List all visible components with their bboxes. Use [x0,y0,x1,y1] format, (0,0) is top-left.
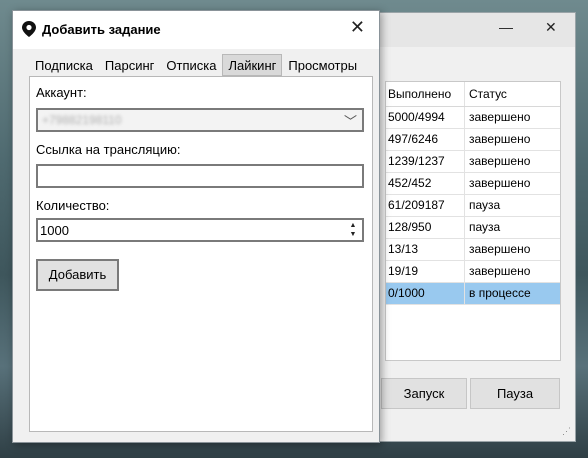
link-input[interactable] [36,164,364,188]
cell-done: 5000/4994 [386,107,465,128]
table-row[interactable]: 1239/1237 завершено [386,151,560,173]
spin-arrows-icon[interactable]: ▲ ▼ [348,221,358,239]
column-header-done[interactable]: Выполнено [386,82,465,106]
cell-done: 1239/1237 [386,151,465,172]
quantity-label: Количество: [36,198,110,213]
resize-grip-icon[interactable]: ⋰ [562,426,571,437]
cell-done: 13/13 [386,239,465,260]
account-value: +79882198110 [42,113,122,127]
cell-status: в процессе [469,286,531,300]
tab-4[interactable]: Просмотры [282,54,363,76]
quantity-stepper[interactable]: 1000 ▲ ▼ [36,218,364,242]
add-button[interactable]: Добавить [36,259,119,291]
table-row[interactable]: 19/19 завершено [386,261,560,283]
pause-button[interactable]: Пауза [470,378,560,409]
table-row[interactable]: 61/209187 пауза [386,195,560,217]
tab-strip: Подписка Парсинг Отписка Лайкинг Просмотры [29,54,363,76]
main-window-titlebar: — ✕ [371,13,575,47]
account-label: Аккаунт: [36,85,87,100]
chevron-down-icon[interactable]: ﹀ [344,111,357,130]
tasks-table[interactable]: Выполнено Статус 5000/4994 завершено 497/6… [385,81,561,361]
cell-done: 452/452 [386,173,465,194]
dialog-titlebar: Добавить задание ✕ [13,11,379,49]
table-header: Выполнено Статус [386,82,560,107]
table-row[interactable]: 0/1000 в процессе [386,283,560,305]
tab-1[interactable]: Парсинг [99,54,161,76]
close-icon[interactable]: ✕ [350,17,365,38]
cell-done: 497/6246 [386,129,465,150]
table-row[interactable]: 497/6246 завершено [386,129,560,151]
cell-status: завершено [469,110,531,124]
add-task-dialog: Добавить задание ✕ Подписка Парсинг Отписк… [12,10,380,443]
quantity-value: 1000 [40,223,69,238]
close-button[interactable]: ✕ [545,19,557,36]
minimize-button[interactable]: — [499,19,513,35]
tab-0[interactable]: Подписка [29,54,99,76]
cell-status: завершено [469,264,531,278]
tab-panel-liking: Аккаунт: +79882198110 ﹀ Ссылка на трансл… [29,76,373,432]
cell-status: завершено [469,242,531,256]
cell-status: пауза [469,220,501,234]
cell-done: 61/209187 [386,195,465,216]
main-window: — ✕ Выполнено Статус 5000/4994 завершено 4… [370,12,576,442]
cell-status: пауза [469,198,501,212]
tab-3[interactable]: Лайкинг [222,54,283,76]
tab-2[interactable]: Отписка [160,54,222,76]
cell-done: 0/1000 [386,283,465,304]
cell-status: завершено [469,176,531,190]
start-button[interactable]: Запуск [381,378,467,409]
column-header-status[interactable]: Статус [465,82,560,106]
dialog-title: Добавить задание [42,22,161,37]
cell-status: завершено [469,132,531,146]
link-label: Ссылка на трансляцию: [36,142,181,157]
account-select[interactable]: +79882198110 ﹀ [36,108,364,132]
table-row[interactable]: 452/452 завершено [386,173,560,195]
table-row[interactable]: 128/950 пауза [386,217,560,239]
cell-done: 19/19 [386,261,465,282]
table-row[interactable]: 13/13 завершено [386,239,560,261]
table-row[interactable]: 5000/4994 завершено [386,107,560,129]
location-pin-icon [22,21,36,37]
cell-status: завершено [469,154,531,168]
cell-done: 128/950 [386,217,465,238]
